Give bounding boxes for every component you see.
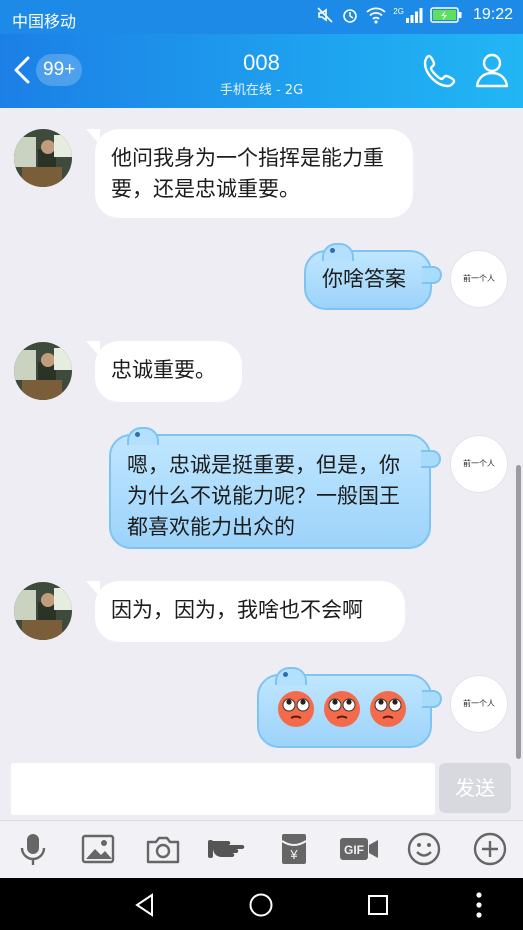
nav-recents-icon[interactable]	[366, 893, 390, 917]
bubble-tail	[422, 266, 442, 284]
outgoing-message-bubble[interactable]: 嗯，忠诚是挺重要，但是，你为什么不说能力呢？一般国王都喜欢能力出众的	[109, 427, 441, 549]
composer: 发送	[0, 760, 523, 820]
incoming-message-bubble[interactable]: 他问我身为一个指挥是能力重要，还是忠诚重要。	[86, 129, 413, 218]
my-avatar-label: 前一个人	[463, 459, 495, 468]
hand-icon[interactable]	[208, 831, 250, 867]
my-avatar-label: 前一个人	[463, 274, 495, 283]
status-bar: 中国移动 2G 19:22	[0, 0, 523, 34]
my-avatar[interactable]: 前一个人	[450, 675, 508, 733]
gif-label: GIF	[344, 843, 364, 857]
message-input[interactable]	[11, 763, 435, 815]
outgoing-message-bubble[interactable]	[257, 667, 442, 748]
bubble-eye-decoration	[135, 432, 140, 437]
bubble-tail	[421, 450, 441, 468]
carrier-name: 中国移动	[12, 14, 77, 31]
microphone-icon[interactable]	[15, 831, 51, 867]
profile-icon[interactable]	[472, 50, 512, 90]
rolling-eyes-emoji	[278, 691, 314, 727]
bubble-tail	[422, 690, 442, 708]
clock: 19:22	[472, 6, 513, 23]
system-navigation-bar	[0, 878, 523, 930]
nav-back-icon[interactable]	[132, 892, 158, 918]
message-text: 你啥答案	[322, 267, 406, 291]
message-text: 因为，因为，我啥也不会啊	[111, 598, 363, 622]
nav-home-icon[interactable]	[248, 892, 274, 918]
alarm-icon	[343, 9, 358, 23]
gif-icon[interactable]: GIF	[338, 831, 380, 867]
bubble-eye-decoration	[330, 248, 335, 253]
my-avatar[interactable]: 前一个人	[450, 250, 508, 308]
friend-avatar[interactable]	[14, 342, 72, 400]
plus-icon[interactable]	[472, 831, 508, 867]
incoming-message-bubble[interactable]: 因为，因为，我啥也不会啊	[86, 581, 405, 642]
mute-icon	[317, 7, 333, 23]
outgoing-message-bubble[interactable]: 你啥答案	[304, 243, 442, 310]
rolling-eyes-emoji	[370, 691, 406, 727]
friend-avatar[interactable]	[14, 582, 72, 640]
bubble-decoration	[322, 243, 354, 261]
nav-more-icon[interactable]	[474, 890, 484, 920]
network-type: 2G	[393, 7, 404, 16]
bubble-decoration	[127, 427, 159, 445]
scrollbar[interactable]	[516, 465, 521, 759]
wifi-icon	[366, 7, 386, 24]
send-button[interactable]: 发送	[439, 763, 511, 813]
message-text: 嗯，忠诚是挺重要，但是，你为什么不说能力呢？一般国王都喜欢能力出众的	[127, 453, 400, 539]
red-packet-icon[interactable]: ¥	[276, 831, 312, 867]
battery-icon	[430, 7, 462, 23]
svg-text:¥: ¥	[289, 847, 298, 862]
rolling-eyes-emoji	[324, 691, 360, 727]
bubble-decoration	[275, 667, 307, 685]
bubble-eye-decoration	[283, 672, 288, 677]
camera-icon[interactable]	[145, 831, 181, 867]
phone-call-icon[interactable]	[420, 51, 460, 91]
smiley-icon[interactable]	[406, 831, 442, 867]
input-toolbar: ¥ GIF	[0, 820, 523, 879]
friend-avatar[interactable]	[14, 129, 72, 187]
message-text: 忠诚重要。	[111, 358, 216, 382]
chat-header: 99+ 008 手机在线 - 2G	[0, 34, 523, 108]
image-icon[interactable]	[80, 831, 116, 867]
message-text: 他问我身为一个指挥是能力重要，还是忠诚重要。	[111, 146, 384, 201]
my-avatar[interactable]: 前一个人	[450, 435, 508, 493]
my-avatar-label: 前一个人	[463, 699, 495, 708]
incoming-message-bubble[interactable]: 忠诚重要。	[86, 341, 242, 402]
signal-icon	[405, 8, 423, 23]
